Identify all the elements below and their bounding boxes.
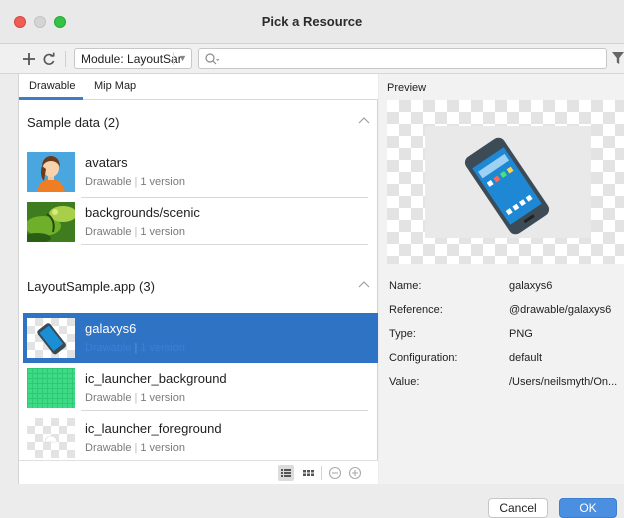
search-input[interactable]	[198, 48, 607, 69]
dialog-footer: Cancel OK	[0, 484, 624, 518]
chevron-down-icon: ▼	[178, 53, 187, 63]
list-item-backgrounds-scenic[interactable]: backgrounds/scenic Drawable | 1 version	[23, 197, 376, 247]
property-row-name: Name: galaxys6	[389, 280, 553, 292]
list-item-ic-launcher-foreground[interactable]: ic_launcher_foreground Drawable | 1 versio…	[23, 413, 376, 463]
section-header-layoutsample-app[interactable]: LayoutSample.app (3)	[19, 275, 378, 299]
tab-mip-map[interactable]: Mip Map	[94, 80, 136, 92]
resource-properties: Name: galaxys6 Reference: @drawable/galaxy…	[389, 280, 624, 400]
search-icon	[205, 53, 220, 65]
resource-meta: Drawable | 1 version	[85, 342, 185, 354]
list-item-avatars[interactable]: avatars Drawable | 1 version	[23, 147, 376, 197]
resource-name: ic_launcher_foreground	[85, 421, 222, 436]
title-bar: Pick a Resource	[0, 0, 624, 44]
avatar-thumbnail	[27, 152, 75, 192]
launcher-foreground-thumbnail	[27, 418, 75, 458]
list-bottom-bar	[19, 460, 378, 484]
row-divider	[81, 410, 368, 411]
toolbar: Module: LayoutSar ▼	[0, 44, 624, 74]
resource-type-tabs: Drawable Mip Map	[19, 74, 378, 100]
plus-icon[interactable]	[22, 49, 36, 75]
filter-icon[interactable]	[612, 51, 624, 65]
resource-name: backgrounds/scenic	[85, 205, 200, 220]
preview-label: Preview	[387, 82, 427, 94]
section-header-sample-data[interactable]: Sample data (2)	[19, 111, 378, 135]
toolbar-separator	[65, 51, 66, 67]
resource-meta: Drawable | 1 version	[85, 442, 185, 454]
property-row-value: Value:/Users/neilsmyth/On...	[389, 376, 618, 388]
module-dropdown[interactable]: Module: LayoutSar ▼	[74, 48, 192, 69]
dropdown-divider	[173, 52, 174, 65]
resource-name: avatars	[85, 155, 128, 170]
scenic-thumbnail	[27, 202, 75, 242]
window-title: Pick a Resource	[261, 14, 363, 29]
property-row-reference: Reference: @drawable/galaxys6	[389, 304, 612, 316]
list-item-ic-launcher-background[interactable]: ic_launcher_background Drawable | 1 versio…	[23, 363, 376, 413]
resource-meta: Drawable | 1 version	[85, 176, 185, 188]
preview-image	[387, 100, 624, 264]
refresh-icon[interactable]	[42, 49, 56, 75]
list-item-galaxys6[interactable]: galaxys6 Drawable | 1 version	[23, 313, 378, 363]
galaxys6-thumbnail	[27, 318, 75, 358]
zoom-out-icon[interactable]	[327, 465, 343, 481]
resource-meta: Drawable | 1 version	[85, 226, 185, 238]
bottom-bar-separator	[321, 466, 322, 480]
resource-name: ic_launcher_background	[85, 371, 227, 386]
grid-view-icon[interactable]	[300, 465, 316, 481]
section-title: Sample data (2)	[27, 115, 120, 130]
row-divider	[81, 244, 368, 245]
list-view-icon[interactable]	[278, 465, 294, 481]
launcher-background-thumbnail	[27, 368, 75, 408]
tab-drawable[interactable]: Drawable	[29, 80, 75, 92]
module-dropdown-value: Module: LayoutSar	[81, 52, 182, 66]
resource-list-panel: Drawable Mip Map Sample data (2) avatars…	[18, 74, 378, 484]
ok-button[interactable]: OK	[559, 498, 617, 518]
active-tab-indicator	[19, 97, 83, 100]
zoom-in-icon[interactable]	[347, 465, 363, 481]
chevron-up-icon[interactable]	[358, 116, 370, 126]
property-row-type: Type: PNG	[389, 328, 533, 340]
property-row-configuration: Configuration: default	[389, 352, 543, 364]
resource-name: galaxys6	[85, 321, 137, 336]
section-title: LayoutSample.app (3)	[27, 279, 155, 294]
chevron-up-icon[interactable]	[358, 280, 370, 290]
preview-panel: Preview Name: galaxys6 Reference: @drawabl…	[379, 74, 624, 484]
resource-meta: Drawable | 1 version	[85, 392, 185, 404]
cancel-button[interactable]: Cancel	[488, 498, 548, 518]
